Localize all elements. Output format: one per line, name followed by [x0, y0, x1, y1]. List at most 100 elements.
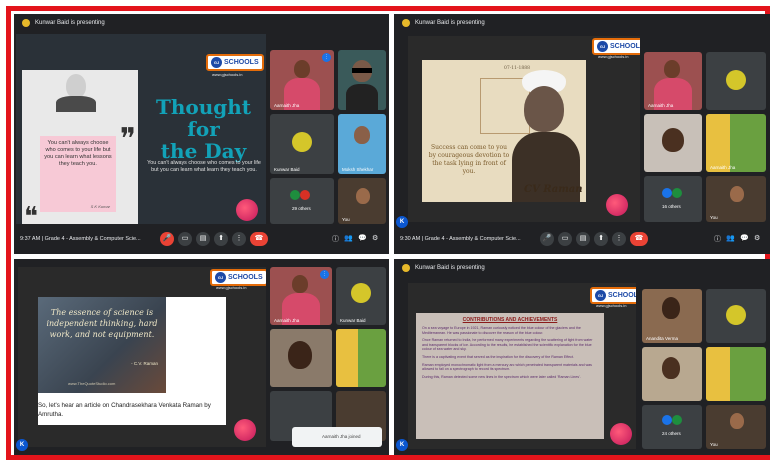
camera-toggle-button[interactable]: ▭ — [178, 232, 192, 246]
logo-mark: GJ — [597, 41, 608, 52]
chat-icon[interactable]: 💬 — [358, 234, 367, 242]
participant-tile[interactable]: Aarnaith Jha ⋮ — [270, 267, 332, 325]
website-text: www.gjschools.in — [596, 303, 627, 308]
raman-date: 07-11-1888 — [504, 66, 530, 71]
participant-tile[interactable] — [338, 50, 386, 110]
activities-icon[interactable]: ⚙ — [754, 234, 760, 242]
self-tile[interactable]: You — [338, 178, 386, 224]
participant-name: Kunwar Baid — [340, 318, 366, 323]
self-label: You — [710, 215, 718, 220]
join-notification: Aarnaith Jha joined — [292, 427, 382, 447]
meeting-time-title: 9:37 AM | Grade 4 - Assembly & Computer … — [20, 236, 141, 242]
captions-button[interactable]: ▤ — [576, 232, 590, 246]
quote-open-mark: ❝ — [24, 202, 38, 224]
participant-tile[interactable] — [644, 114, 702, 172]
logo-text: SCHOOLS — [228, 274, 263, 281]
present-button[interactable]: ⬆ — [214, 232, 228, 246]
present-button[interactable]: ⬆ — [594, 232, 608, 246]
participant-figure — [294, 60, 310, 78]
background-curtain — [336, 329, 358, 387]
meet-controls-bar: 9:30 AM | Grade 4 - Assembly & Computer … — [394, 228, 770, 254]
presenting-bar: Kunwar Baid is presenting — [14, 14, 389, 32]
avatar-icon — [292, 132, 312, 152]
participant-tile[interactable]: Kunwar Baid — [270, 114, 334, 174]
gj-schools-logo: GJSCHOOLS — [590, 287, 636, 304]
meet-window-4: Kunwar Baid is presenting GJSCHOOLS www.… — [394, 259, 770, 455]
thought-title-line2: the Day — [160, 139, 247, 163]
presenting-label: Kunwar Baid is presenting — [415, 265, 485, 271]
people-icon[interactable]: 👥 — [344, 234, 353, 242]
man-body — [56, 96, 96, 112]
others-count: 16 others — [662, 204, 681, 209]
participant-figure — [288, 341, 312, 369]
participant-tile[interactable] — [706, 347, 766, 401]
gj-schools-logo: GJSCHOOLS — [592, 38, 640, 55]
heart-sticker — [234, 419, 256, 441]
participant-tile[interactable]: Moksh Shekhar — [338, 114, 386, 174]
chat-icon[interactable]: 💬 — [740, 234, 749, 242]
raman-name: CV Raman — [524, 184, 583, 195]
participant-tile[interactable] — [336, 329, 386, 387]
info-icon[interactable]: ⓘ — [332, 234, 339, 244]
participant-tile[interactable] — [706, 52, 766, 110]
quote-close-mark: ❞ — [119, 122, 136, 157]
logo-mark: GJ — [595, 290, 606, 301]
quote-card: You can't always choose who comes to you… — [40, 136, 116, 212]
mic-toggle-button[interactable]: 🎤 — [540, 232, 554, 246]
participant-figure — [292, 275, 308, 293]
participant-tile[interactable]: Anandita Verma — [642, 289, 702, 343]
leave-call-button[interactable]: ☎ — [250, 232, 268, 246]
science-quote: The essence of science is independent th… — [46, 308, 158, 339]
captions-button[interactable]: ▤ — [196, 232, 210, 246]
info-icon[interactable]: ⓘ — [714, 234, 721, 244]
participant-name: Aarnaith Jha — [274, 318, 300, 323]
logo-mark: GJ — [215, 272, 226, 283]
avatar-icon — [726, 305, 746, 325]
camera-toggle-button[interactable]: ▭ — [558, 232, 572, 246]
logo-text: SCHOOLS — [224, 59, 259, 66]
leave-call-button[interactable]: ☎ — [630, 232, 648, 246]
presenting-bar: Kunwar Baid is presenting — [394, 14, 770, 32]
self-tile[interactable]: You — [706, 176, 766, 222]
participant-tile[interactable] — [642, 347, 702, 401]
logo-mark: GJ — [211, 57, 222, 68]
participant-tile[interactable] — [270, 329, 332, 387]
self-tile[interactable]: You — [706, 405, 766, 449]
others-tile[interactable]: 24 others — [642, 405, 702, 449]
thought-subtitle: You can't always choose who comes to you… — [147, 160, 261, 173]
presentation-slide: GJSCHOOLS www.gjschools.in 07-11-1888 Su… — [408, 36, 640, 222]
participant-tile[interactable]: Aarnaith Jha — [644, 52, 702, 110]
presenting-label: Kunwar Baid is presenting — [35, 20, 105, 26]
contribution-item: Raman employed monochromatic light from … — [422, 362, 592, 372]
participant-tile[interactable] — [706, 289, 766, 343]
presenting-bar: Kunwar Baid is presenting — [394, 259, 770, 277]
logo-text: SCHOOLS — [608, 292, 636, 299]
mic-toggle-button[interactable]: 🎤 — [160, 232, 174, 246]
participant-tile[interactable]: Aarnaith Jha — [706, 114, 766, 172]
quote-photo: You can't always choose who comes to you… — [22, 70, 138, 224]
participant-figure — [662, 357, 680, 379]
others-tile[interactable]: 16 others — [644, 176, 702, 222]
slide-content: The essence of science is independent th… — [38, 297, 226, 425]
collage-frame: Kunwar Baid is presenting You can't alwa… — [6, 6, 770, 460]
avatar-icon — [300, 190, 310, 200]
gj-schools-logo: GJSCHOOLS — [206, 54, 264, 71]
mic-icon: ⋮ — [320, 270, 329, 279]
meet-controls-bar: 9:37 AM | Grade 4 - Assembly & Computer … — [14, 228, 389, 254]
participant-name: Aarnaith Jha — [274, 103, 300, 108]
quote-site: www.TheQuoteStudio.com — [68, 381, 116, 386]
sunglasses — [352, 68, 372, 73]
gj-schools-logo: GJSCHOOLS — [210, 269, 266, 286]
participant-tile[interactable]: Kunwar Baid — [336, 267, 386, 325]
presenter-k-icon: K — [396, 216, 408, 228]
people-icon[interactable]: 👥 — [726, 234, 735, 242]
participant-tile[interactable]: Aarnaith Jha ⋮ — [270, 50, 334, 110]
avatar-icon — [726, 70, 746, 90]
avatar-icon — [662, 415, 672, 425]
more-options-button[interactable]: ⋮ — [232, 232, 246, 246]
others-tile[interactable]: 29 others — [270, 178, 334, 224]
raman-card: 07-11-1888 Success can come to you by co… — [422, 60, 586, 202]
activities-icon[interactable]: ⚙ — [372, 234, 378, 242]
more-options-button[interactable]: ⋮ — [612, 232, 626, 246]
meet-window-2: Kunwar Baid is presenting GJSCHOOLS www.… — [394, 14, 770, 254]
